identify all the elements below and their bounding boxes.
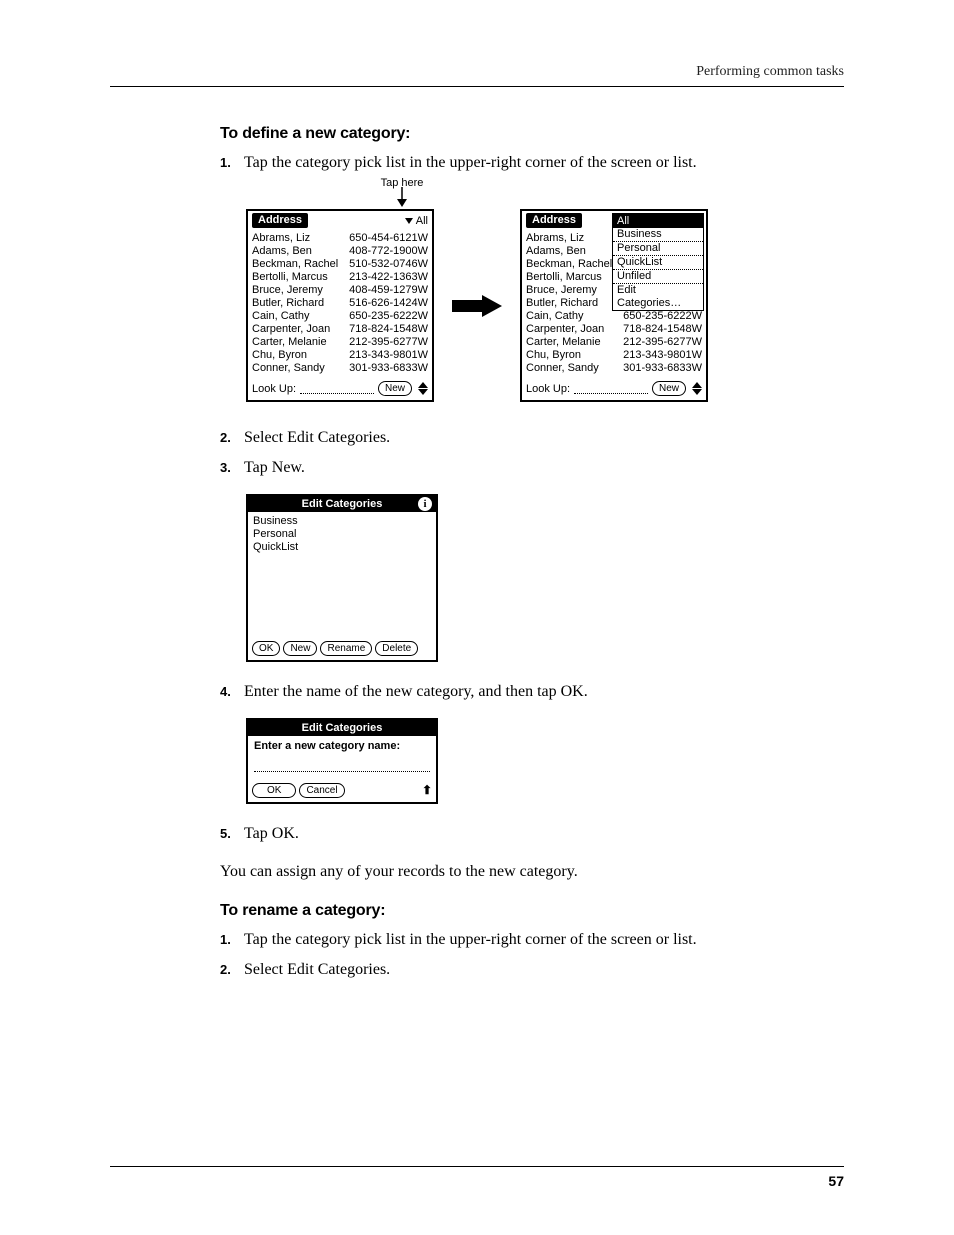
lookup-input[interactable] [300,383,374,394]
dropdown-item[interactable]: Personal [613,242,703,256]
page-number: 57 [828,1173,844,1189]
step-text: Select Edit Categories. [244,429,390,446]
lookup-input[interactable] [574,383,648,394]
new-button[interactable]: New [283,641,317,656]
new-button[interactable]: New [652,381,686,396]
ok-button[interactable]: OK [252,641,280,656]
step-number: 3. [220,456,231,480]
scroll-arrows[interactable] [692,382,702,395]
scroll-down-icon [692,389,702,395]
dropdown-item[interactable]: QuickList [613,256,703,270]
scroll-arrows[interactable] [418,382,428,395]
step-text: Enter the name of the new category, and … [244,683,588,700]
arrow-right-icon [452,295,502,317]
cancel-button[interactable]: Cancel [299,783,344,798]
dropdown-item[interactable]: Business [613,228,703,242]
step-number: 1. [220,151,231,175]
info-icon[interactable]: i [418,497,432,511]
dropdown-selected[interactable]: All [613,214,703,228]
rename-button[interactable]: Rename [320,641,372,656]
category-list[interactable]: Business Personal QuickList [248,512,436,638]
lookup-label: Look Up: [526,383,570,395]
list-item: Cain, Cathy650-235-6222W [526,310,702,323]
scroll-up-icon [418,382,428,388]
step-text: Tap the category pick list in the upper-… [244,931,697,948]
step-1: 1. Tap the category pick list in the upp… [220,928,844,952]
body-text: You can assign any of your records to th… [220,860,844,884]
list-item: Carpenter, Joan718-824-1548W [252,323,428,336]
new-button[interactable]: New [378,381,412,396]
scroll-up-icon [692,382,702,388]
list-item: Bertolli, Marcus213-422-1363W [252,271,428,284]
section-title-rename: To rename a category: [220,902,844,920]
step-number: 2. [220,426,231,450]
list-item: Abrams, Liz650-454-6121W [252,232,428,245]
dialog-title: Edit Categories i [248,496,436,512]
list-item: Cain, Cathy650-235-6222W [252,310,428,323]
step-2: 2. Select Edit Categories. [220,426,844,450]
footer-rule [110,1166,844,1167]
list-item[interactable]: Business [253,515,431,528]
step-number: 5. [220,822,231,846]
list-item: Chu, Byron213-343-9801W [526,349,702,362]
delete-button[interactable]: Delete [375,641,418,656]
list-item: Conner, Sandy301-933-6833W [252,362,428,375]
step-5: 5. Tap OK. [220,822,844,846]
list-item: Carter, Melanie212-395-6277W [526,336,702,349]
list-item: Chu, Byron213-343-9801W [252,349,428,362]
list-item: Bruce, Jeremy408-459-1279W [252,284,428,297]
tap-here-callout: Tap here [362,177,442,207]
category-picklist[interactable]: All [405,215,428,227]
step-4: 4. Enter the name of the new category, a… [220,680,844,704]
list-item: Adams, Ben408-772-1900W [252,245,428,258]
lookup-label: Look Up: [252,383,296,395]
new-category-dialog: Edit Categories Enter a new category nam… [246,718,438,804]
list-item[interactable]: Personal [253,528,431,541]
list-item: Butler, Richard516-626-1424W [252,297,428,310]
app-title: Address [252,213,308,228]
contact-list[interactable]: Abrams, Liz650-454-6121W Adams, Ben408-7… [248,230,432,377]
palm-screen-left: Tap here Address All Abrams, Liz650-454-… [246,209,434,402]
step-number: 2. [220,958,231,982]
dialog-title: Edit Categories [248,720,436,736]
category-name-input[interactable] [254,759,430,772]
list-item: Beckman, Rachel510-532-0746W [252,258,428,271]
list-item: Carpenter, Joan718-824-1548W [526,323,702,336]
ok-button[interactable]: OK [252,783,296,798]
running-head: Performing common tasks [110,64,844,87]
step-3: 3. Tap New. [220,456,844,480]
list-item: Carter, Melanie212-395-6277W [252,336,428,349]
app-title: Address [526,213,582,228]
scroll-down-icon [418,389,428,395]
dropdown-item[interactable]: Unfiled [613,270,703,284]
shift-indicator-icon: ⬆ [422,783,432,798]
list-item: Conner, Sandy301-933-6833W [526,362,702,375]
step-2: 2. Select Edit Categories. [220,958,844,982]
step-text: Tap New. [244,459,305,476]
dropdown-item-edit[interactable]: Edit Categories… [613,284,703,310]
category-dropdown: All Business Personal QuickList Unfiled … [612,213,704,311]
chevron-down-icon [405,218,413,224]
edit-categories-dialog: Edit Categories i Business Personal Quic… [246,494,438,662]
arrow-down-icon [392,187,412,207]
palm-screen-right: Address All Business Personal QuickList … [520,209,708,402]
step-number: 4. [220,680,231,704]
list-item[interactable]: QuickList [253,541,431,554]
step-number: 1. [220,928,231,952]
step-text: Tap the category pick list in the upper-… [244,154,697,171]
step-text: Select Edit Categories. [244,961,390,978]
step-1: 1. Tap the category pick list in the upp… [220,151,844,175]
picklist-value: All [416,215,428,227]
section-title-define: To define a new category: [220,125,844,143]
prompt-label: Enter a new category name: [254,740,430,753]
step-text: Tap OK. [244,825,299,842]
